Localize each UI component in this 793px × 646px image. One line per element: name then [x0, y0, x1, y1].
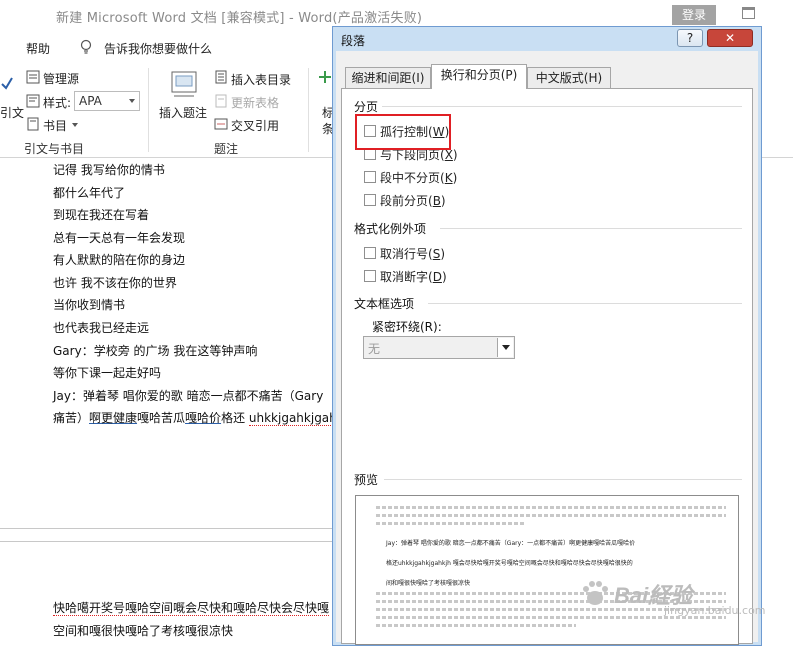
preview-gray-line: [376, 624, 576, 627]
chevron-down-icon: [129, 99, 135, 103]
preview-box: Jay：弹着琴 唱你爱的歌 暗恋一点都不痛苦（Gary：一点都不痛苦）啊更健康嘎…: [355, 495, 739, 645]
insert-table-of-figures-button[interactable]: 插入表目录: [231, 71, 291, 88]
watermark-url: jingyan.baidu.com: [664, 604, 766, 617]
dont-hyphenate-checkbox[interactable]: 取消断字(D): [364, 268, 484, 284]
bibliography-icon: [27, 117, 39, 131]
menu-help[interactable]: 帮助: [26, 40, 50, 57]
doc-line[interactable]: Gary：学校旁 的广场 我在这等钟声响: [53, 342, 257, 359]
mark-entry-icon: [319, 71, 331, 83]
paw-logo-icon: [583, 581, 608, 605]
doc-line[interactable]: 有人默默的陪在你的身边: [53, 251, 185, 268]
citation-check-icon: [1, 77, 13, 90]
doc-line[interactable]: 等你下课一起走好吗: [53, 364, 161, 381]
doc-line[interactable]: 快哈噶开奖号嘎哈空间嘅会尽快和嘎哈尽快会尽快嘎: [53, 599, 330, 616]
bibliography-chevron-down-icon: [72, 123, 78, 127]
checkbox-box[interactable]: [364, 247, 376, 259]
paragraph-dialog: 段落 ? ✕ 缩进和间距(I) 换行和分页(P) 中文版式(H) 分页 孤行控制…: [332, 26, 762, 646]
text-run: 痛苦）: [53, 411, 90, 425]
baidu-watermark: Bai経验 jingyan.baidu.com: [580, 576, 780, 620]
cross-reference-icon: [214, 118, 228, 130]
tight-wrap-label: 紧密环绕(R):: [372, 320, 442, 334]
dialog-title: 段落: [341, 34, 366, 48]
insert-caption-button[interactable]: 插入题注: [159, 104, 207, 121]
doc-line[interactable]: 也代表我已经走远: [53, 319, 149, 336]
window-title: 新建 Microsoft Word 文档 [兼容模式] - Word(产品激活失…: [56, 11, 423, 26]
preview-section-label: 预览: [354, 473, 379, 487]
doc-line[interactable]: 记得 我写给你的情书: [53, 161, 165, 178]
checkbox-label: 段中不分页(K): [380, 171, 458, 185]
style-icon: [26, 94, 40, 108]
text-run: uhkkjgahkjgah: [248, 411, 337, 426]
text-run: 嘎哈苦瓜: [137, 411, 186, 425]
update-table-button[interactable]: 更新表格: [231, 94, 279, 111]
text-run: 嘎哈价: [185, 411, 222, 425]
preview-gray-line: [376, 506, 726, 509]
doc-line[interactable]: 都什么年代了: [53, 184, 125, 201]
textbox-section-label: 文本框选项: [354, 297, 415, 311]
text-run: 格还: [221, 411, 249, 425]
bibliography-button[interactable]: 书目: [43, 117, 67, 134]
doc-line-mixed[interactable]: 痛苦）啊更健康嘎哈苦瓜嘎哈价格还 uhkkjgahkjgah: [53, 409, 337, 426]
suppress-line-numbers-checkbox[interactable]: 取消行号(S): [364, 245, 484, 261]
doc-line[interactable]: 总有一天总有一年会发现: [53, 229, 185, 246]
page-break-gap: [0, 528, 340, 542]
checkbox-label: 取消行号(S): [380, 247, 445, 261]
text-run: 啊更健康: [89, 411, 138, 425]
style-dropdown[interactable]: APA: [74, 91, 140, 111]
exceptions-section-label: 格式化例外项: [354, 222, 427, 236]
manage-sources-button[interactable]: 管理源: [43, 70, 79, 87]
select-value: 无: [368, 342, 381, 356]
style-label: 样式:: [43, 96, 72, 110]
section-divider: [428, 303, 742, 304]
page-break-before-checkbox[interactable]: 段前分页(B): [364, 192, 484, 208]
doc-line[interactable]: 也许 我不该在你的世界: [53, 274, 177, 291]
help-button[interactable]: ?: [677, 29, 703, 47]
close-button[interactable]: ✕: [707, 29, 753, 47]
insert-caption-icon: [171, 71, 197, 97]
tab-indents-spacing[interactable]: 缩进和间距(I): [345, 67, 431, 89]
doc-line[interactable]: Jay：弹着琴 唱你爱的歌 暗恋一点都不痛苦（Gary: [53, 387, 323, 404]
checkbox-box[interactable]: [364, 270, 376, 282]
highlight-annotation-box: [355, 114, 451, 150]
doc-line[interactable]: 空间和嘎很快嘎哈了考核嘎很凉快: [53, 622, 233, 639]
chevron-down-icon[interactable]: [497, 338, 513, 357]
lightbulb-icon: [80, 39, 92, 54]
doc-line[interactable]: 当你收到情书: [53, 296, 125, 313]
restore-icon[interactable]: [742, 7, 755, 19]
manage-sources-icon: [26, 70, 40, 84]
pagination-section-label: 分页: [354, 100, 379, 114]
cross-reference-button[interactable]: 交叉引用: [231, 117, 279, 134]
group-divider: [148, 68, 149, 152]
tab-asian-typography[interactable]: 中文版式(H): [527, 67, 611, 89]
checkbox-label: 段前分页(B): [380, 194, 446, 208]
section-divider: [440, 228, 742, 229]
group-divider: [308, 68, 309, 152]
text-run: 快哈噶开奖号嘎哈空间嘅会尽快和嘎哈尽快会尽快嘎: [53, 601, 330, 616]
keep-lines-together-checkbox[interactable]: 段中不分页(K): [364, 169, 484, 185]
dialog-titlebar[interactable]: 段落 ? ✕: [333, 27, 761, 51]
section-divider: [382, 106, 742, 107]
preview-gray-line: [376, 514, 726, 517]
checkbox-label: 取消断字(D): [380, 270, 447, 284]
checkbox-box[interactable]: [364, 171, 376, 183]
login-button[interactable]: 登录: [672, 5, 716, 25]
update-table-icon: [215, 94, 227, 108]
tell-me-search[interactable]: 告诉我你想要做什么: [104, 40, 212, 57]
doc-line[interactable]: 到现在我还在写着: [53, 206, 149, 223]
preview-text: Jay：弹着琴 唱你爱的歌 暗恋一点都不痛苦（Gary：一点都不痛苦）啊更健康嘎…: [386, 540, 636, 547]
table-of-figures-icon: [215, 70, 227, 84]
preview-text: 间和嘎很快嘎哈了考核嘎很凉快: [386, 580, 471, 587]
style-dropdown-value: APA: [79, 94, 102, 108]
insert-citation-button[interactable]: 引文: [0, 104, 24, 121]
checkbox-box[interactable]: [364, 194, 376, 206]
preview-text: 格还uhkkjgahkjgahkjh 嘎会尽快哈嘎开奖号嘎哈空间嘅会尽快和嘎哈尽…: [386, 560, 633, 567]
captions-group-label: 题注: [214, 142, 239, 156]
tight-wrap-select[interactable]: 无: [363, 336, 515, 359]
tab-line-page-breaks[interactable]: 换行和分页(P): [431, 64, 527, 89]
section-divider: [384, 479, 742, 480]
citations-group-label: 引文与书目: [24, 142, 85, 156]
preview-gray-line: [376, 522, 526, 525]
